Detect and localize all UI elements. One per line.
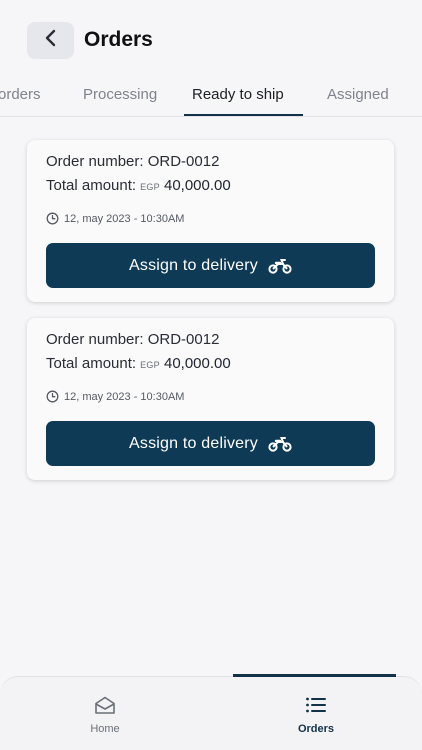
order-card: Order number: ORD-0012 Total amount: EGP 4… xyxy=(27,318,394,480)
currency-code: EGP xyxy=(140,182,160,192)
total-amount-row: Total amount: EGP 40,000.00 xyxy=(46,177,231,194)
nav-orders[interactable]: Orders xyxy=(256,695,376,735)
back-button[interactable] xyxy=(27,22,74,59)
total-amount-label: Total amount: xyxy=(46,355,137,372)
assign-button-label: Assign to delivery xyxy=(129,434,258,452)
order-number-label: Order number: xyxy=(46,153,144,170)
order-date-row: 12, may 2023 - 10:30AM xyxy=(46,212,184,225)
tab-ready-to-ship[interactable]: Ready to ship xyxy=(192,86,284,103)
tab-bar: orders Processing Ready to ship Assigned xyxy=(0,80,422,117)
chevron-left-icon xyxy=(44,29,58,52)
bottom-nav: Home Orders xyxy=(0,676,422,750)
motorcycle-icon xyxy=(268,436,292,452)
order-date: 12, may 2023 - 10:30AM xyxy=(64,390,185,403)
assign-button-label: Assign to delivery xyxy=(129,256,258,274)
active-tab-indicator xyxy=(184,114,303,116)
clock-icon xyxy=(46,390,59,403)
total-amount-value: 40,000.00 xyxy=(163,177,231,194)
total-amount-row: Total amount: EGP 40,000.00 xyxy=(46,355,231,372)
clock-icon xyxy=(46,212,59,225)
order-card: Order number: ORD-0012 Total amount: EGP 4… xyxy=(27,140,394,302)
list-icon xyxy=(304,695,328,720)
active-nav-indicator xyxy=(233,674,396,677)
order-number-label: Order number: xyxy=(46,331,144,348)
total-amount-label: Total amount: xyxy=(46,177,137,194)
assign-to-delivery-button[interactable]: Assign to delivery xyxy=(46,243,375,288)
motorcycle-icon xyxy=(268,258,292,274)
order-number-value: ORD-0012 xyxy=(147,153,220,170)
nav-home-label: Home xyxy=(90,723,120,735)
header: Orders xyxy=(0,0,422,80)
order-date-row: 12, may 2023 - 10:30AM xyxy=(46,390,184,403)
tab-assigned[interactable]: Assigned xyxy=(327,86,389,103)
page-title: Orders xyxy=(84,28,153,51)
tab-processing[interactable]: Processing xyxy=(83,86,157,103)
total-amount-value: 40,000.00 xyxy=(163,355,231,372)
nav-home[interactable]: Home xyxy=(45,695,165,735)
assign-to-delivery-button[interactable]: Assign to delivery xyxy=(46,421,375,466)
home-icon xyxy=(93,695,117,720)
nav-orders-label: Orders xyxy=(297,723,335,735)
order-number-value: ORD-0012 xyxy=(147,331,220,348)
tab-orders[interactable]: orders xyxy=(0,86,41,103)
order-number-row: Order number: ORD-0012 xyxy=(46,331,219,348)
currency-code: EGP xyxy=(140,360,160,370)
order-number-row: Order number: ORD-0012 xyxy=(46,153,219,170)
order-date: 12, may 2023 - 10:30AM xyxy=(64,212,185,225)
